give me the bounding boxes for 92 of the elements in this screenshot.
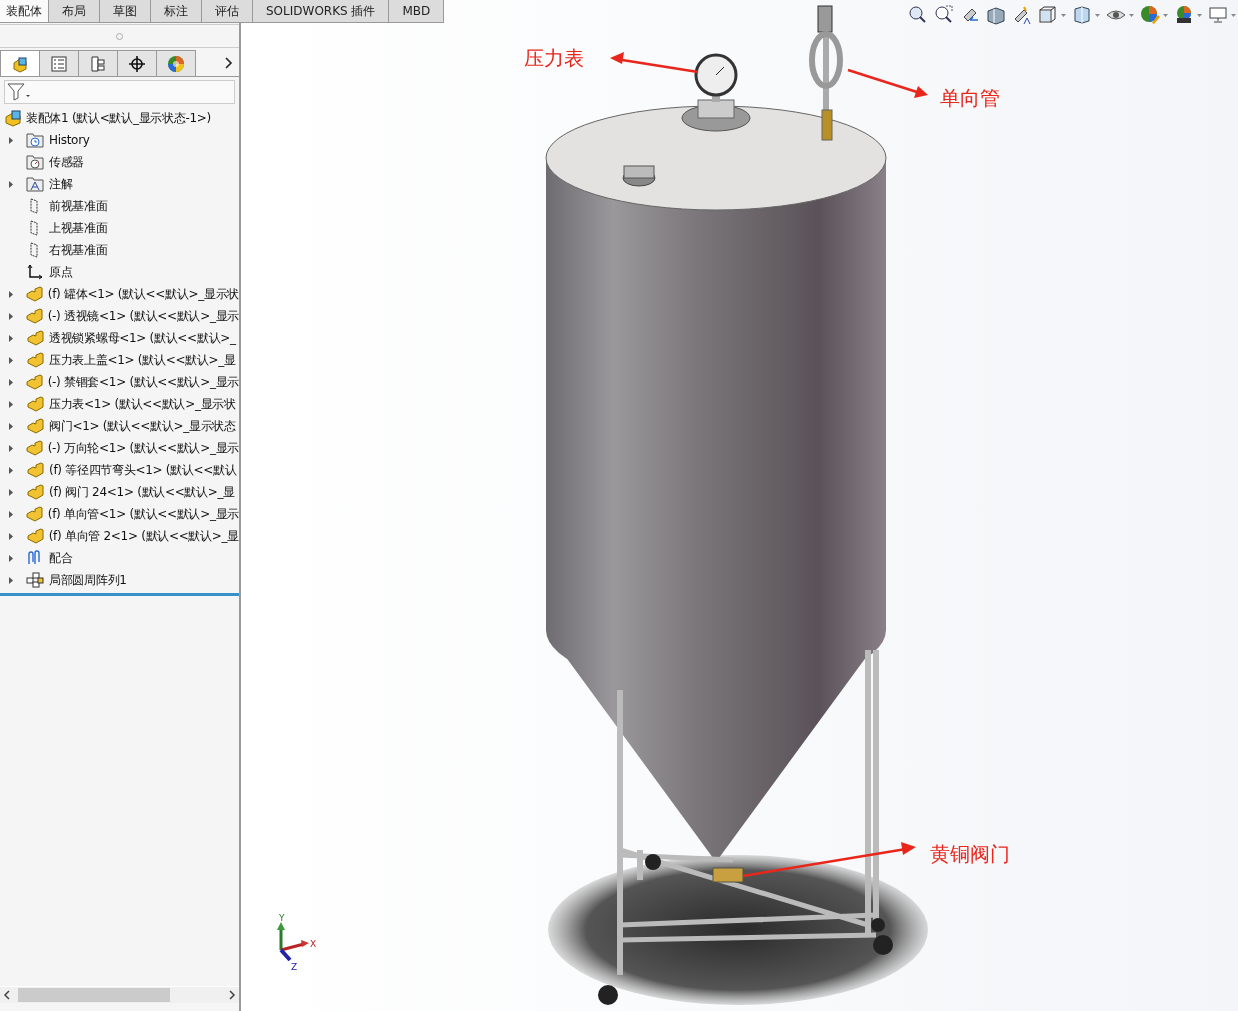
expand-arrow-icon[interactable] xyxy=(8,135,14,145)
part-icon xyxy=(24,307,43,325)
tree-item-label[interactable]: 透视锁紧螺母<1> (默认<<默认>_ xyxy=(49,329,236,347)
callout-label: 压力表 xyxy=(524,46,584,70)
zoom-fit-icon xyxy=(908,5,928,25)
expand-arrow-icon[interactable] xyxy=(8,377,14,387)
edit-appearance-button[interactable] xyxy=(1138,4,1170,26)
feature-icon xyxy=(11,54,29,73)
tree-item-label[interactable]: 传感器 xyxy=(49,153,85,171)
tree-item-label[interactable]: 右视基准面 xyxy=(49,241,108,259)
dropdown-caret-icon xyxy=(1231,13,1236,17)
part-icon xyxy=(26,483,44,501)
display-icon xyxy=(167,54,185,73)
part-icon xyxy=(26,329,44,347)
display-style-icon xyxy=(1072,5,1092,25)
axis-label: Y xyxy=(279,913,285,923)
dim-icon xyxy=(128,54,146,73)
section-view-icon xyxy=(986,5,1006,25)
annotation-folder-icon xyxy=(26,175,44,193)
tree-item-label[interactable]: 压力表上盖<1> (默认<<默认>_显 xyxy=(49,351,236,369)
tree-item-label[interactable]: History xyxy=(49,133,90,147)
dropdown-caret-icon xyxy=(1197,13,1202,17)
expand-arrow-icon[interactable] xyxy=(8,553,14,563)
dropdown-caret-icon xyxy=(1163,13,1168,17)
ribbon-tab[interactable]: 装配体 xyxy=(0,0,49,22)
part-icon xyxy=(25,527,44,545)
callout-label: 黄铜阀门 xyxy=(930,842,1010,866)
expand-arrow-icon[interactable] xyxy=(8,355,14,365)
horizontal-scrollbar[interactable] xyxy=(0,986,239,1003)
tree-item-label[interactable]: (-) 透视镜<1> (默认<<默认>_显示 xyxy=(47,307,239,325)
tree-item-label[interactable]: 配合 xyxy=(49,549,73,567)
tree-item-label[interactable]: 原点 xyxy=(49,263,73,281)
tree-item-label[interactable]: (f) 等径四节弯头<1> (默认<<默认 xyxy=(49,461,237,479)
annotation-view-icon xyxy=(1012,5,1032,25)
history-folder-icon xyxy=(26,131,44,149)
pattern-icon xyxy=(26,571,44,589)
dropdown-caret-icon xyxy=(1129,13,1134,17)
tree-item-label[interactable]: 前视基准面 xyxy=(49,197,108,215)
sensor-folder-icon xyxy=(26,153,44,171)
tree-item-label[interactable]: (f) 罐体<1> (默认<<默认>_显示状 xyxy=(47,285,239,303)
view-orientation-button[interactable] xyxy=(1036,4,1068,26)
tree-item-label[interactable]: 局部圆周阵列1 xyxy=(49,571,127,589)
part-icon xyxy=(24,373,43,391)
dropdown-caret-icon xyxy=(1095,13,1100,17)
tree-item-label[interactable]: (-) 禁锢套<1> (默认<<默认>_显示 xyxy=(47,373,239,391)
tree-item-label[interactable]: (f) 单向管 2<1> (默认<<默认>_显 xyxy=(48,527,239,545)
expand-arrow-icon[interactable] xyxy=(8,289,14,299)
filter-icon[interactable] xyxy=(7,83,31,101)
part-icon xyxy=(24,285,43,303)
config-icon xyxy=(89,54,107,73)
monitor-icon xyxy=(1208,5,1228,25)
expand-arrow-icon[interactable] xyxy=(8,399,14,409)
dropdown-caret-icon xyxy=(1061,13,1066,17)
expand-arrow-icon[interactable] xyxy=(8,465,14,475)
view-orientation-icon xyxy=(1038,5,1058,25)
expand-arrow-icon[interactable] xyxy=(8,575,14,585)
part-icon xyxy=(26,351,44,369)
tree-item-label[interactable]: (f) 阀门 24<1> (默认<<默认>_显 xyxy=(49,483,235,501)
tree-item-label[interactable]: 装配体1 (默认<默认_显示状态-1>) xyxy=(26,109,211,127)
edit-appearance-icon xyxy=(1140,5,1160,25)
expand-arrow-icon[interactable] xyxy=(8,311,14,321)
expand-arrow-icon[interactable] xyxy=(8,421,14,431)
part-icon xyxy=(26,461,44,479)
panel-tab[interactable] xyxy=(117,50,157,76)
axis-triad-icon xyxy=(277,922,309,962)
apply-scene-icon xyxy=(1174,5,1194,25)
part-icon xyxy=(26,395,44,413)
tree-item-label[interactable]: 上视基准面 xyxy=(49,219,108,237)
part-icon xyxy=(26,417,44,435)
scroll-thumb[interactable] xyxy=(18,988,170,1002)
tree-item-label[interactable]: (-) 万向轮<1> (默认<<默认>_显示 xyxy=(47,439,239,457)
expand-arrow-icon[interactable] xyxy=(8,333,14,343)
tree-item-label[interactable]: 注解 xyxy=(49,175,73,193)
tree-item-label[interactable]: (f) 单向管<1> (默认<<默认>_显示 xyxy=(47,505,239,523)
part-icon xyxy=(24,439,43,457)
axis-label: Z xyxy=(291,962,298,972)
section-view-button[interactable] xyxy=(984,4,1008,26)
axis-label: X xyxy=(310,939,317,949)
callout-label: 单向管 xyxy=(940,86,1000,110)
zoom-area-icon xyxy=(934,5,954,25)
expand-arrow-icon[interactable] xyxy=(8,531,14,541)
tree-item-label[interactable]: 压力表<1> (默认<<默认>_显示状 xyxy=(49,395,236,413)
expand-arrow-icon[interactable] xyxy=(8,443,14,453)
origin-icon xyxy=(26,263,44,281)
expand-arrow-icon[interactable] xyxy=(8,487,14,497)
part-icon xyxy=(24,505,43,523)
tree-item-label[interactable]: 阀门<1> (默认<<默认>_显示状态 xyxy=(49,417,236,435)
chevron-right-icon xyxy=(223,57,233,69)
assembly-icon xyxy=(4,109,22,127)
expand-arrow-icon[interactable] xyxy=(8,179,14,189)
expand-arrow-icon[interactable] xyxy=(8,509,14,519)
property-icon xyxy=(50,54,68,73)
